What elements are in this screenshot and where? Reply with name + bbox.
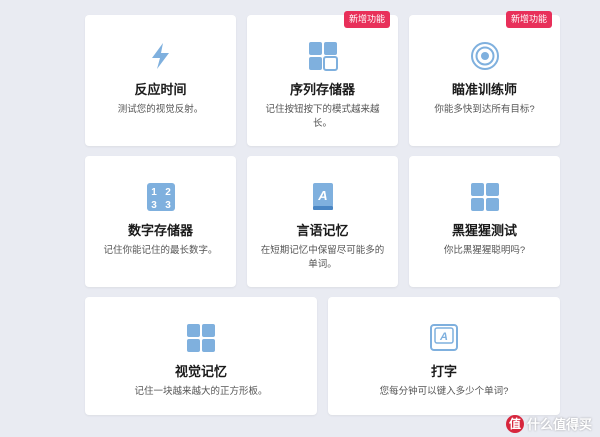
svg-text:A: A — [317, 188, 327, 203]
card-title: 数字存储器 — [127, 223, 193, 238]
card-description: 记住按钮按下的模式越来越长。 — [265, 104, 380, 129]
card-title: 黑猩猩测试 — [451, 223, 517, 238]
card-description: 您每分钟可以键入多少个单词? — [379, 386, 509, 397]
watermark: 值 什么值得买 — [505, 414, 592, 433]
svg-text:2: 2 — [165, 187, 171, 198]
card-title: 序列存储器 — [289, 82, 355, 97]
book-icon: A — [312, 183, 333, 210]
watermark-logo-icon: 值 — [505, 414, 524, 433]
card-aim-trainer[interactable]: 新增功能 瞄准训练师 你能多快到达所有目标? — [409, 11, 560, 146]
grid-icon — [187, 324, 215, 352]
card-title: 反应时间 — [134, 82, 187, 97]
card-description: 在短期记忆中保留尽可能多的单词。 — [260, 245, 385, 270]
card-description: 记住一块越来越大的正方形板。 — [134, 386, 268, 397]
new-feature-badge: 新增功能 — [505, 11, 552, 28]
card-sequence-memory[interactable]: 新增功能 序列存储器 记住按钮按下的模式越来越长。 — [247, 11, 398, 146]
target-icon — [470, 42, 499, 70]
grid-icon — [308, 42, 338, 71]
card-title: 打字 — [430, 364, 457, 379]
lightning-icon — [151, 43, 169, 69]
number-grid-icon: 1 2 3 3 — [146, 183, 175, 211]
card-description: 你能多快到达所有目标? — [434, 104, 535, 115]
svg-text:3: 3 — [165, 200, 171, 211]
svg-text:1: 1 — [151, 187, 157, 198]
card-title: 视觉记忆 — [174, 364, 227, 379]
card-chimp-test[interactable]: 黑猩猩测试 你比黑猩猩聪明吗? — [409, 156, 560, 287]
card-description: 记住你能记住的最长数字。 — [103, 245, 218, 256]
keyboard-key-icon: A — [430, 324, 458, 351]
watermark-text: 什么值得买 — [526, 417, 592, 432]
card-description: 测试您的视觉反射。 — [117, 104, 204, 115]
svg-text:3: 3 — [151, 200, 157, 211]
new-feature-badge: 新增功能 — [343, 11, 390, 28]
grid-icon — [470, 183, 499, 211]
card-title: 瞄准训练师 — [451, 82, 517, 97]
card-verbal-memory[interactable]: A 言语记忆 在短期记忆中保留尽可能多的单词。 — [247, 156, 398, 287]
card-number-memory[interactable]: 1 2 3 3 数字存储器 记住你能记住的最长数字。 — [85, 156, 236, 287]
card-description: 你比黑猩猩聪明吗? — [443, 245, 526, 256]
card-typing[interactable]: A 打字 您每分钟可以键入多少个单词? — [328, 297, 560, 415]
card-title: 言语记忆 — [296, 223, 349, 238]
card-visual-memory[interactable]: 视觉记忆 记住一块越来越大的正方形板。 — [85, 297, 317, 415]
svg-text:A: A — [439, 331, 448, 343]
card-reaction-time[interactable]: 反应时间 测试您的视觉反射。 — [85, 15, 236, 146]
